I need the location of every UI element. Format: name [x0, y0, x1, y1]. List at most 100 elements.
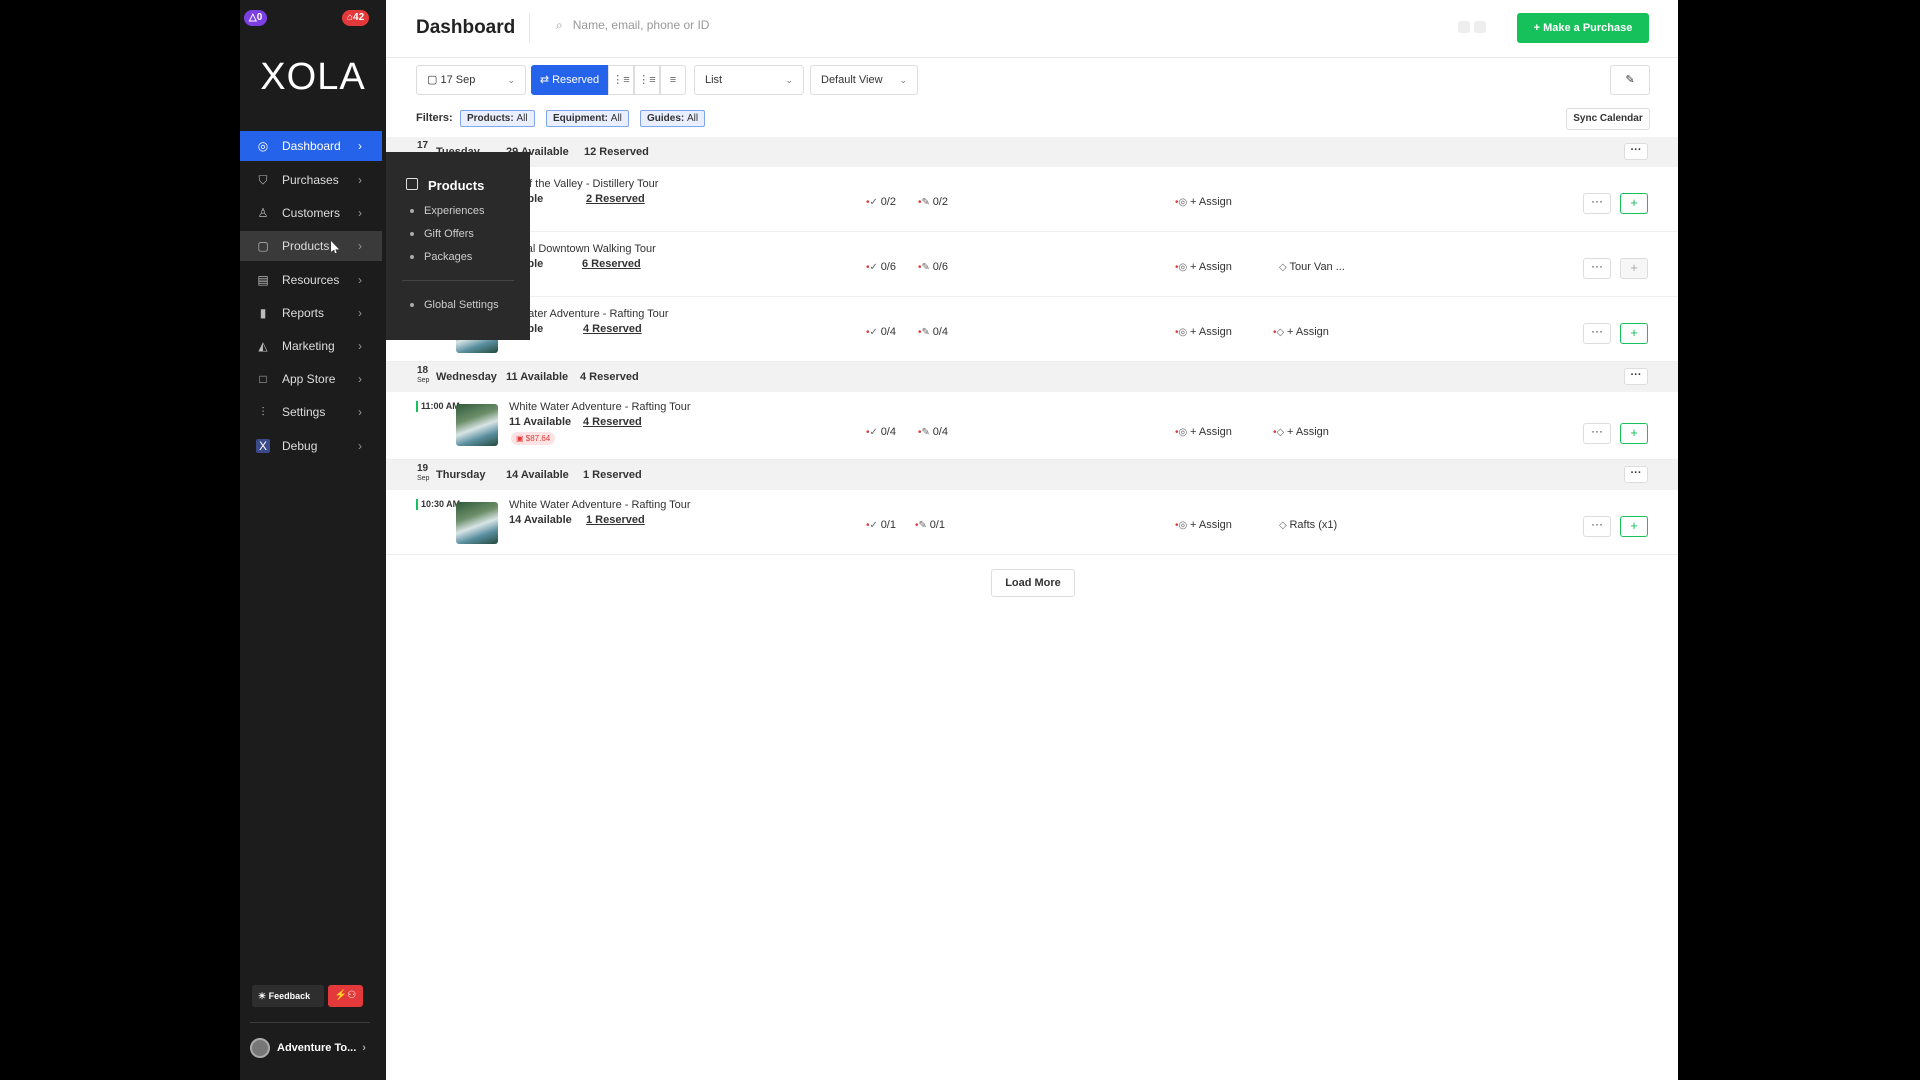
- sidebar-item-reports[interactable]: ▮ Reports ›: [240, 298, 382, 328]
- avatar: [250, 1038, 270, 1058]
- notification-badge[interactable]: △0: [244, 10, 268, 26]
- filter-option-3-icon[interactable]: ≡: [660, 65, 686, 95]
- add-booking-button[interactable]: +: [1620, 516, 1648, 537]
- reserved-link[interactable]: 1 Reserved: [586, 514, 645, 526]
- table-row[interactable]: 11:00 AM White Water Adventure - Rafting…: [386, 392, 1678, 460]
- date-label: ▢ 17 Sep: [427, 74, 476, 86]
- reserved-link[interactable]: 4 Reserved: [583, 416, 642, 428]
- add-booking-button[interactable]: +: [1620, 323, 1648, 344]
- equipment-assign[interactable]: ◇ Rafts (x1): [1279, 519, 1337, 531]
- megaphone-icon: ◭: [258, 339, 268, 353]
- day-more-button[interactable]: ···: [1624, 466, 1648, 483]
- feedback-button[interactable]: ☀ Feedback: [252, 985, 324, 1007]
- xola-logo[interactable]: XOLA: [240, 56, 386, 99]
- account-switcher[interactable]: Adventure To... ›: [250, 1038, 366, 1058]
- equipment-assign[interactable]: •◇ + Assign: [1273, 426, 1329, 438]
- table-row[interactable]: its of the Valley - Distillery Tour aila…: [386, 167, 1678, 232]
- filter-chip-products[interactable]: Products: All: [460, 110, 535, 127]
- guide-assign[interactable]: •◎ + Assign: [1175, 426, 1232, 438]
- filter-option-2-icon[interactable]: ⋮≡: [634, 65, 660, 95]
- equipment-assign[interactable]: •◇ + Assign: [1273, 326, 1329, 338]
- check-icon: ✓: [869, 262, 881, 273]
- date-picker[interactable]: ▢ 17 Sep ⌄: [416, 65, 526, 95]
- load-more-button[interactable]: Load More: [991, 569, 1075, 597]
- sync-calendar-button[interactable]: Sync Calendar: [1566, 108, 1650, 130]
- row-more-button[interactable]: ···: [1583, 258, 1611, 279]
- product-name[interactable]: White Water Adventure - Rafting Tour: [509, 401, 691, 413]
- add-booking-button[interactable]: +: [1620, 258, 1648, 279]
- waiver-count[interactable]: •✎ 0/4: [918, 326, 948, 338]
- row-more-button[interactable]: ···: [1583, 193, 1611, 214]
- sidebar-item-settings[interactable]: ⫶ Settings ›: [240, 397, 382, 427]
- table-row[interactable]: 10:30 AM White Water Adventure - Rafting…: [386, 490, 1678, 555]
- reserved-link[interactable]: 4 Reserved: [583, 323, 642, 335]
- compass-icon: ◎: [1178, 262, 1191, 273]
- product-name[interactable]: orical Downtown Walking Tour: [509, 243, 656, 255]
- sidebar-item-marketing[interactable]: ◭ Marketing ›: [240, 331, 382, 361]
- sidebar-item-customers[interactable]: ♙ Customers ›: [240, 198, 382, 228]
- row-more-button[interactable]: ···: [1583, 516, 1611, 537]
- waiver-count[interactable]: •✎ 0/4: [918, 426, 948, 438]
- alerts-badge[interactable]: ⌂42: [342, 10, 370, 26]
- checkin-count[interactable]: •✓ 0/4: [866, 326, 896, 338]
- view-select[interactable]: List ⌄: [694, 65, 804, 95]
- sidebar-item-purchases[interactable]: ⛉ Purchases ›: [240, 165, 382, 195]
- guide-assign[interactable]: •◎ + Assign: [1175, 196, 1232, 208]
- wand-button[interactable]: ✎: [1610, 65, 1650, 95]
- sidebar-item-resources[interactable]: ▤ Resources ›: [240, 265, 382, 295]
- product-name[interactable]: its of the Valley - Distillery Tour: [509, 178, 658, 190]
- day-more-button[interactable]: ···: [1624, 143, 1648, 160]
- flyout-item-packages[interactable]: Packages: [410, 251, 472, 263]
- day-more-button[interactable]: ···: [1624, 368, 1648, 385]
- waiver-count[interactable]: •✎ 0/1: [915, 519, 945, 531]
- day-reserved: 12 Reserved: [584, 146, 649, 158]
- equipment-label: Rafts (x1): [1289, 519, 1338, 531]
- day-number: 18: [417, 365, 429, 376]
- check-icon: ✓: [869, 520, 881, 531]
- checkin-value: 0/2: [880, 196, 896, 208]
- chip-key: Products:: [467, 113, 514, 124]
- compass-icon: ◎: [1178, 327, 1191, 338]
- filter-option-1-icon[interactable]: ⋮≡: [608, 65, 634, 95]
- product-name[interactable]: e Water Adventure - Rafting Tour: [509, 308, 669, 320]
- report-bug-button[interactable]: ⚡⚇: [328, 985, 363, 1007]
- table-row[interactable]: orical Downtown Walking Tour ailable 6 R…: [386, 232, 1678, 297]
- default-view-select[interactable]: Default View ⌄: [810, 65, 918, 95]
- filter-chip-equipment[interactable]: Equipment: All: [546, 110, 629, 127]
- checkin-count[interactable]: •✓ 0/4: [866, 426, 896, 438]
- chip-value: All: [610, 113, 622, 124]
- guide-assign[interactable]: •◎ + Assign: [1175, 519, 1232, 531]
- waiver-count[interactable]: •✎ 0/2: [918, 196, 948, 208]
- sidebar-item-app-store[interactable]: □ App Store ›: [240, 364, 382, 394]
- waiver-count[interactable]: •✎ 0/6: [918, 261, 948, 273]
- checkin-count[interactable]: •✓ 0/6: [866, 261, 896, 273]
- reserved-toggle[interactable]: ⇄ Reserved: [531, 65, 608, 95]
- product-name[interactable]: White Water Adventure - Rafting Tour: [509, 499, 691, 511]
- amount-due-badge[interactable]: ▣ $87.64: [511, 432, 556, 445]
- reserved-link[interactable]: 6 Reserved: [582, 258, 641, 270]
- sidebar-item-products[interactable]: ▢ Products ›: [240, 231, 382, 261]
- equipment-label: + Assign: [1286, 426, 1329, 438]
- add-booking-button[interactable]: +: [1620, 423, 1648, 444]
- check-icon: ✓: [869, 197, 881, 208]
- guide-assign[interactable]: •◎ + Assign: [1175, 326, 1232, 338]
- flyout-item-global-settings[interactable]: Global Settings: [410, 299, 499, 311]
- row-more-button[interactable]: ···: [1583, 323, 1611, 344]
- checkin-count[interactable]: •✓ 0/1: [866, 519, 896, 531]
- flyout-item-experiences[interactable]: Experiences: [410, 205, 485, 217]
- reserved-link[interactable]: 2 Reserved: [586, 193, 645, 205]
- guide-assign[interactable]: •◎ + Assign: [1175, 261, 1232, 273]
- row-more-button[interactable]: ···: [1583, 423, 1611, 444]
- flyout-item-gift-offers[interactable]: Gift Offers: [410, 228, 474, 240]
- page-title: Dashboard: [416, 17, 516, 38]
- sidebar-item-dashboard[interactable]: ◎ Dashboard ›: [240, 131, 382, 161]
- add-booking-button[interactable]: +: [1620, 193, 1648, 214]
- sidebar-item-debug[interactable]: X Debug ›: [240, 431, 382, 461]
- table-row[interactable]: e Water Adventure - Rafting Tour ailable…: [386, 297, 1678, 362]
- equipment-assign[interactable]: ◇ Tour Van ...: [1279, 261, 1345, 273]
- search-input[interactable]: ⌕ Name, email, phone or ID: [556, 18, 709, 33]
- check-icon: ✓: [869, 327, 881, 338]
- make-purchase-button[interactable]: + Make a Purchase: [1517, 13, 1649, 43]
- filter-chip-guides[interactable]: Guides: All: [640, 110, 706, 127]
- checkin-count[interactable]: •✓ 0/2: [866, 196, 896, 208]
